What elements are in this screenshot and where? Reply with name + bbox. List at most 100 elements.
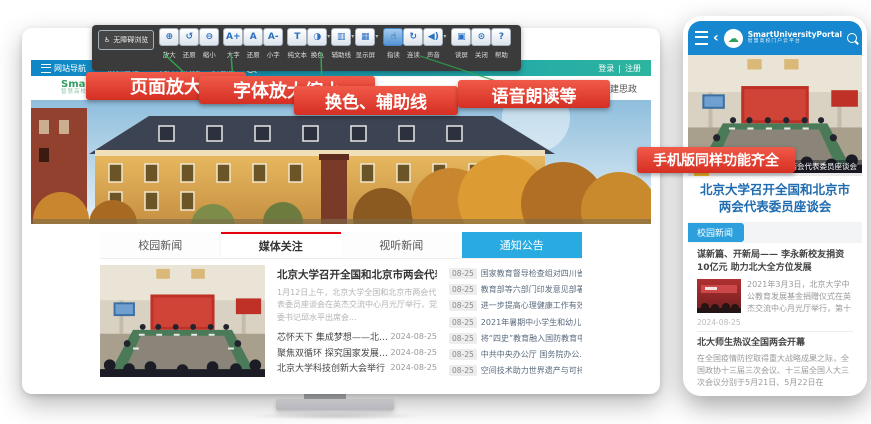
plain-text-icon: T — [287, 28, 307, 46]
campus-building-illustration — [31, 100, 651, 224]
tab-campus-news[interactable]: 校园新闻 — [100, 232, 221, 258]
toolbar-button-font-smaller[interactable]: A- 小字 — [263, 28, 283, 59]
chevron-down-icon[interactable] — [351, 33, 354, 59]
zoom-out-icon: ⊖ — [199, 28, 219, 46]
wheelchair-icon: ♿ — [104, 36, 110, 44]
notice-item[interactable]: 08-25 2021年暑期中小学生和幼儿 — [449, 314, 582, 330]
tab-av-news[interactable]: 视听新闻 — [341, 232, 462, 258]
news-tabs: 校园新闻 媒体关注 视听新闻 通知公告 — [100, 232, 582, 259]
featured-news-title[interactable]: 北京大学召开全国和北京市两会代表委员座谈会 — [277, 267, 437, 282]
toolbar-button-zoom-reset[interactable]: ↺ 还原 — [179, 28, 199, 59]
news-list-item[interactable]: 北京大学党委召开巡视整改“回头看... 2024-08-25 — [277, 376, 437, 378]
news-date: 2024-08-25 — [391, 348, 438, 357]
accessibility-toolbar: ♿ 无障碍浏览 ⊕ 放大 ↺ 还原 ⊖ 缩小 A+ 大字 A — [92, 25, 521, 71]
hero-carousel-photo[interactable] — [31, 100, 651, 224]
notice-title: 国家教育督导检查组对四川省... — [481, 268, 582, 279]
notices-column: 08-25 国家教育督导检查组对四川省... 08-25 教育部等六部门印发意见… — [445, 265, 582, 378]
notice-title: 2021年暑期中小学生和幼儿 — [481, 317, 581, 328]
screenshot-canvas: 网站导航 ✉ 校长信箱 ♿ 无障碍浏览 长者版 登录 | — [0, 0, 871, 424]
news-list-item[interactable]: 聚焦双循环 探究国家发展新格局—... 2024-08-25 — [277, 345, 437, 361]
section-badge[interactable]: 校园新闻 — [688, 223, 744, 242]
chevron-down-icon[interactable] — [375, 33, 378, 59]
notice-date-badge: 08-25 — [449, 365, 477, 376]
login-link[interactable]: 登录 — [598, 63, 614, 74]
toolbar-button-guide-line[interactable]: ▥ 辅助线 — [331, 28, 351, 59]
news-list-item[interactable]: 北京大学科技创新大会举行 2024-08-25 — [277, 360, 437, 376]
notice-title: 中共中央办公厅 国务院办公... — [481, 349, 582, 360]
callout-voice-reading: 语音朗读等 — [458, 80, 610, 108]
tab-notices[interactable]: 通知公告 — [462, 232, 583, 258]
chevron-down-icon[interactable] — [327, 33, 330, 59]
feed-article[interactable]: 谋新篇、开新局—— 李永新校友捐资10亿元 助力北大全方位发展 — [697, 249, 853, 327]
continuous-read-icon: ↻ — [403, 28, 423, 46]
toolbar-button-zoom-in[interactable]: ⊕ 放大 — [159, 28, 179, 59]
back-chevron-icon[interactable] — [713, 31, 719, 45]
phone-news-feed: 谋新篇、开新局—— 李永新校友捐资10亿元 助力北大全方位发展 — [688, 247, 862, 391]
notice-item[interactable]: 08-25 进一步提高心理健康工作有效... — [449, 298, 582, 314]
toolbar-button-screen-reader[interactable]: ▣ 读屏 — [451, 28, 471, 59]
toolbar-button-font-reset[interactable]: A 还原 — [243, 28, 263, 59]
toolbar-button-zoom-out[interactable]: ⊖ 缩小 — [199, 28, 219, 59]
article-date: 2024-08-25 — [697, 318, 853, 327]
news-title: 聚焦双循环 探究国家发展新格局—... — [277, 346, 391, 359]
menu-icon[interactable] — [695, 31, 708, 45]
article-summary: 在全国疫情防控取得重大战略成果之际，全国政协十三届三次会议、十三届全国人大三次会… — [697, 353, 853, 389]
article-summary: 2021年3月3日，北京大学中公教育发展基金捐赠仪式在英杰交流中心月光厅举行，第… — [747, 279, 853, 315]
guide-line-icon: ▥ — [331, 28, 351, 46]
divider — [697, 331, 853, 332]
toolbar-button-continuous-read[interactable]: ↻ 连读 — [403, 28, 423, 59]
site-nav-menu[interactable]: 网站导航 — [41, 63, 86, 74]
phone-headline[interactable]: 北京大学召开全国和北京市两会代表委员座谈会 — [688, 176, 862, 219]
toolbar-button-font-larger[interactable]: A+ 大字 — [223, 28, 243, 59]
brand-subtitle: 智慧高校门户云平台 — [748, 39, 842, 44]
toolbar-button-power-off[interactable]: ⊙ 关闭 — [471, 28, 491, 59]
util-nav-label: 网站导航 — [54, 63, 86, 74]
notice-title: 教育部等六部门印发意见部署... — [481, 284, 582, 295]
featured-news-photo[interactable] — [100, 265, 265, 377]
display-mode-icon: ▦ — [355, 28, 375, 46]
feed-article[interactable]: 北大师生热议全国两会开幕 在全国疫情防控取得重大战略成果之际，全国政协十三届三次… — [697, 337, 853, 391]
power-icon: ⊙ — [471, 28, 491, 46]
phone-app-header: ☁ SmartUniversityPortal 智慧高校门户云平台 — [688, 21, 862, 55]
toolbar-button-color-scheme[interactable]: ◑ 换色 — [307, 28, 327, 59]
register-link[interactable]: 注册 — [625, 63, 641, 74]
featured-news-summary: 1月12日上午，北京大学全国和北京市两会代表委员座谈会在英杰交流中心月光厅举行，… — [277, 287, 437, 324]
notice-item[interactable]: 08-25 国家教育督导检查组对四川省... — [449, 265, 582, 281]
toolbar-button-help[interactable]: ? 帮助 — [491, 28, 511, 59]
font-reset-icon: A — [243, 28, 263, 46]
accessibility-entry-label: 无障碍浏览 — [113, 35, 148, 45]
article-title: 谋新篇、开新局—— 李永新校友捐资10亿元 助力北大全方位发展 — [697, 249, 853, 276]
menu-icon — [41, 64, 51, 73]
screen-reader-icon: ▣ — [451, 28, 471, 46]
toolbar-button-plain-text[interactable]: T 纯文本 — [287, 28, 307, 59]
toolbar-button-display-mode[interactable]: ▦ 显示屏 — [355, 28, 375, 59]
monitor-stand-base — [276, 399, 394, 410]
toolbar-button-point-read[interactable]: ☝ 指读 — [383, 28, 403, 59]
toolbar-button-sound[interactable]: ◀) 声音 — [423, 28, 443, 59]
brand-logo-icon[interactable]: ☁ — [724, 29, 743, 48]
notice-title: 空间技术助力世界遗产与可持... — [481, 365, 582, 376]
news-date: 2024-08-25 — [391, 363, 438, 372]
conference-room-illustration — [100, 265, 265, 377]
notice-item[interactable]: 08-25 中共中央办公厅 国务院办公... — [449, 346, 582, 362]
search-icon[interactable] — [847, 33, 857, 43]
accessibility-entry-button[interactable]: ♿ 无障碍浏览 — [98, 30, 154, 50]
news-list-item[interactable]: 芯怀天下 集成梦想——北京大学成... 2024-08-25 — [277, 329, 437, 345]
notice-item[interactable]: 08-25 教育部等六部门印发意见部署... — [449, 281, 582, 297]
news-list-column: 北京大学召开全国和北京市两会代表委员座谈会 1月12日上午，北京大学全国和北京市… — [265, 265, 445, 378]
callout-mobile-full-features: 手机版同样功能齐全 — [637, 147, 795, 173]
font-larger-icon: A+ — [223, 28, 243, 46]
article-title: 北大师生热议全国两会开幕 — [697, 337, 853, 351]
section-bar: 校园新闻 — [688, 222, 862, 243]
phone-brand: SmartUniversityPortal 智慧高校门户云平台 — [748, 31, 842, 45]
notice-title: 进一步提高心理健康工作有效... — [481, 300, 582, 311]
notice-item[interactable]: 08-25 空间技术助力世界遗产与可持... — [449, 363, 582, 378]
zoom-reset-icon: ↺ — [179, 28, 199, 46]
notice-date-badge: 08-25 — [449, 349, 477, 360]
notice-date-badge: 08-25 — [449, 317, 477, 328]
news-title: 芯怀天下 集成梦想——北京大学成... — [277, 330, 391, 343]
tab-media-focus[interactable]: 媒体关注 — [221, 232, 342, 258]
sound-icon: ◀) — [423, 28, 443, 46]
chevron-down-icon[interactable] — [443, 33, 446, 59]
notice-item[interactable]: 08-25 将“四史”教育融入国防教育中 — [449, 330, 582, 346]
